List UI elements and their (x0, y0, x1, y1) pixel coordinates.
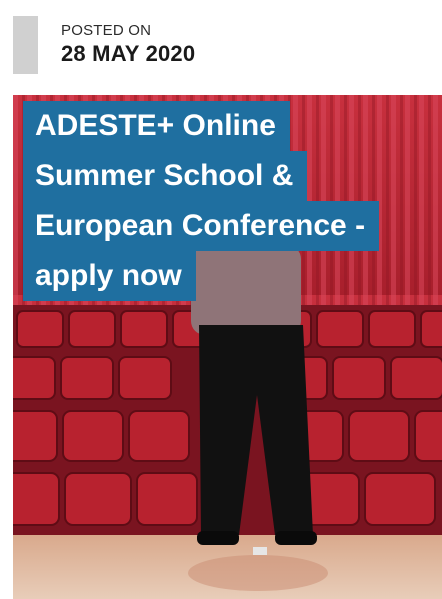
posted-on-label: POSTED ON (61, 22, 152, 39)
posted-on-block: POSTED ON 28 MAY 2020 (13, 16, 195, 74)
post-title[interactable]: ADESTE+ Online Summer School & European … (23, 101, 423, 301)
post-title-line[interactable]: Summer School & (23, 151, 308, 201)
post-title-line[interactable]: European Conference - (23, 201, 380, 251)
post-title-line[interactable]: apply now (23, 251, 196, 301)
post-date: 28 MAY 2020 (61, 41, 196, 66)
post-title-line[interactable]: ADESTE+ Online (23, 101, 290, 151)
date-accent-bar (13, 16, 38, 74)
featured-post-link[interactable]: ADESTE+ Online Summer School & European … (13, 95, 442, 599)
posted-on-text: POSTED ON 28 MAY 2020 (38, 16, 195, 74)
blog-post-card: POSTED ON 28 MAY 2020 ADESTE+ Online Sum… (0, 0, 442, 599)
